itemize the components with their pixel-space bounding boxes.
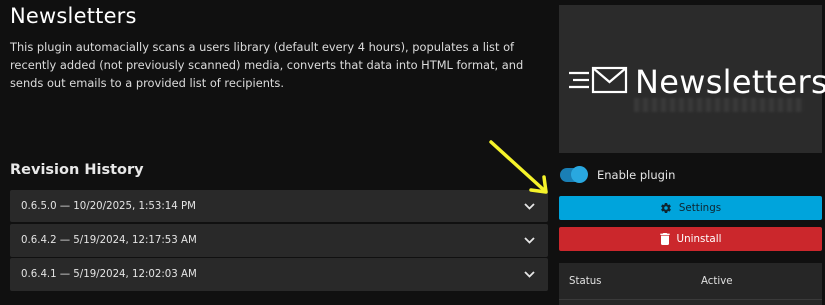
uninstall-label: Uninstall — [676, 233, 722, 245]
trash-icon — [659, 233, 670, 245]
revision-item[interactable]: 0.6.5.0 — 10/20/2025, 1:53:14 PM — [10, 190, 548, 222]
enable-plugin-label: Enable plugin — [597, 168, 676, 182]
revision-item[interactable]: 0.6.4.1 — 5/19/2024, 12:02:03 AM — [10, 258, 548, 291]
settings-label: Settings — [678, 202, 722, 214]
enable-plugin-row: Enable plugin — [560, 166, 676, 183]
status-key: Status — [569, 275, 602, 287]
status-value: Active — [701, 275, 733, 287]
plugin-description: This plugin automacially scans a users l… — [10, 40, 524, 90]
banner-reflection — [634, 98, 804, 112]
banner-logo: Newsletters — [567, 63, 825, 101]
annotation-arrow-icon — [489, 140, 548, 194]
gear-icon — [660, 202, 672, 214]
revision-history-heading: Revision History — [10, 162, 144, 178]
revision-label: 0.6.4.1 — 5/19/2024, 12:02:03 AM — [21, 269, 197, 280]
settings-button[interactable]: Settings — [559, 196, 822, 220]
status-table: Status Active — [559, 263, 822, 305]
page-title: Newsletters — [10, 4, 137, 28]
envelope-icon — [567, 65, 629, 99]
toggle-knob — [571, 166, 588, 183]
chevron-down-icon — [522, 201, 536, 211]
table-row: Status Active — [559, 263, 822, 300]
chevron-down-icon — [522, 235, 536, 245]
plugin-banner-image: Newsletters — [559, 5, 825, 153]
revision-item[interactable]: 0.6.4.2 — 5/19/2024, 12:17:53 AM — [10, 223, 548, 257]
revision-label: 0.6.5.0 — 10/20/2025, 1:53:14 PM — [21, 200, 196, 212]
chevron-down-icon — [522, 270, 536, 280]
banner-text: Newsletters — [635, 63, 825, 101]
revision-label: 0.6.4.2 — 5/19/2024, 12:17:53 AM — [21, 234, 197, 246]
uninstall-button[interactable]: Uninstall — [559, 227, 822, 251]
enable-plugin-toggle[interactable] — [560, 166, 588, 183]
revision-history-list: 0.6.5.0 — 10/20/2025, 1:53:14 PM 0.6.4.2… — [10, 190, 548, 293]
